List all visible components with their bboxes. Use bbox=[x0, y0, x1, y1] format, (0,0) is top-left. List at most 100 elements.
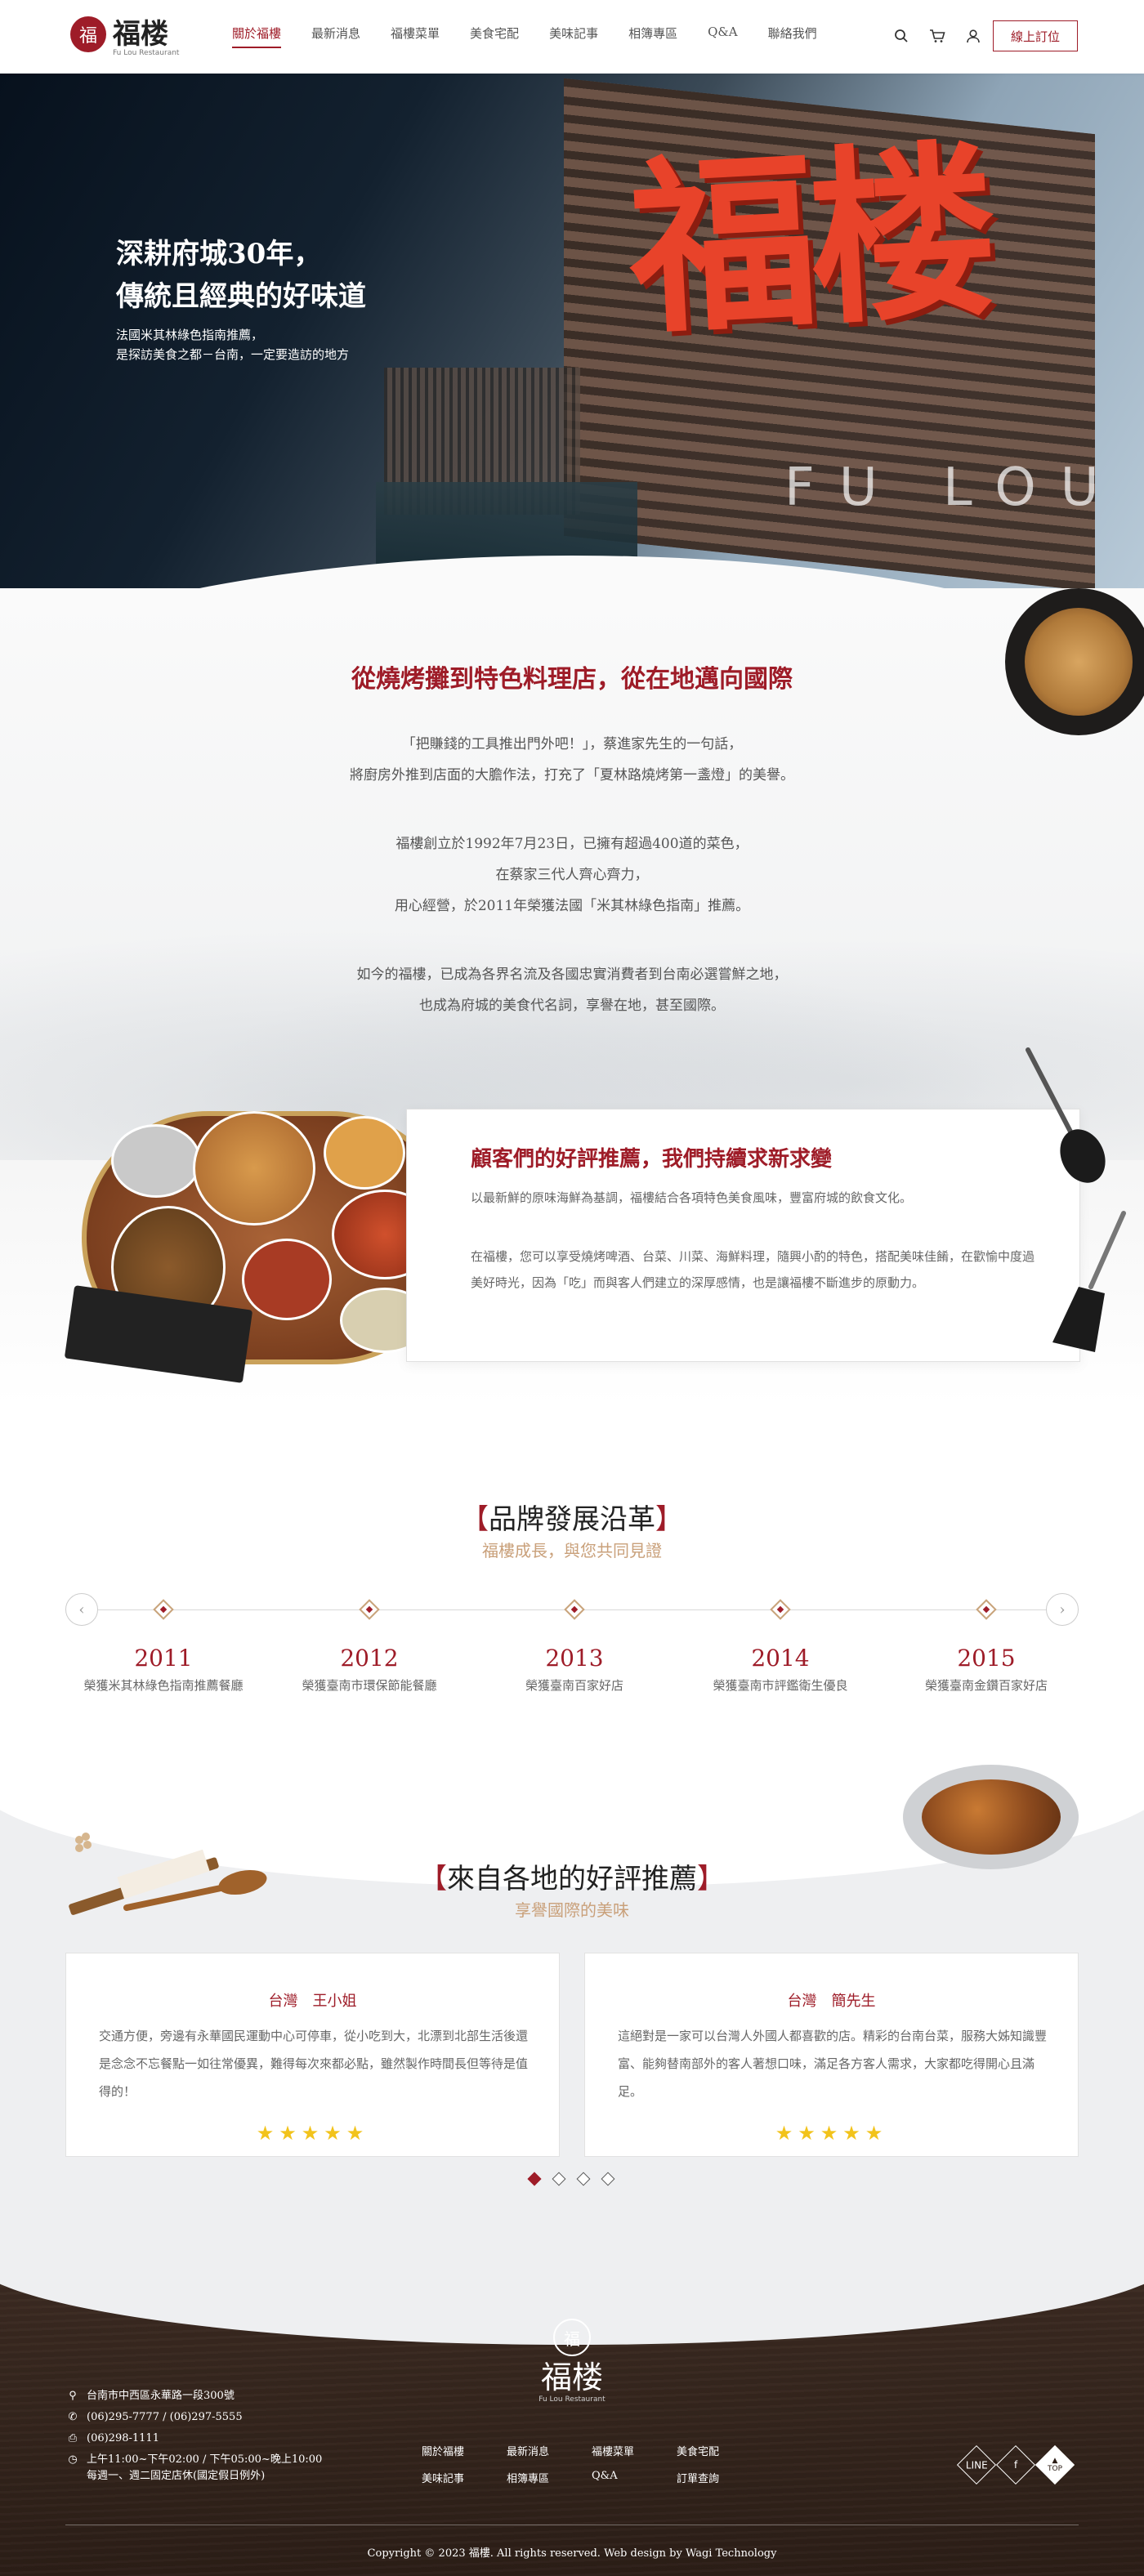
hero-sign-latin: FU LOU bbox=[784, 458, 1124, 518]
hero-title-line1: 深耕府城30年， bbox=[116, 238, 322, 270]
review-card: 台灣 王小姐 交通方便，旁邊有永華國民運動中心可停車，從小吃到大，北漂到北部生活… bbox=[65, 1953, 560, 2157]
footer-link-qa[interactable]: Q&A bbox=[592, 2470, 677, 2485]
review-text: 這絕對是一家可以台灣人外國人都喜歡的店。精彩的台南台菜，服務大姊知識豐富、能夠替… bbox=[618, 2029, 1048, 2099]
timeline-title-text: 品牌發展沿革 bbox=[489, 1503, 655, 1536]
rating-stars: ★★★★★ bbox=[66, 2122, 559, 2145]
star-icon: ★ bbox=[798, 2122, 820, 2145]
facebook-icon-label: f bbox=[1013, 2458, 1018, 2471]
nav-item-menu[interactable]: 福樓菜單 bbox=[391, 25, 440, 48]
footer-hours: 上午11:00~下午02:00 / 下午05:00~晚上10:00 bbox=[87, 2453, 323, 2466]
intro-p1-line: 「把賺錢的工具推出門外吧！」，蔡進家先生的一句話， bbox=[401, 736, 743, 752]
timeline-year: 2012 bbox=[340, 1645, 399, 1672]
facebook-icon[interactable]: f bbox=[995, 2444, 1036, 2485]
timeline-prev-button[interactable]: ‹ bbox=[65, 1593, 98, 1626]
intro-paragraph-3: 如今的福樓，已成為各界名流及各國忠實消費者到台南必選嘗鮮之地， 也成為府城的美食… bbox=[0, 959, 1144, 1021]
nav-item-about[interactable]: 關於福樓 bbox=[232, 25, 282, 48]
intro-p3-line: 如今的福樓，已成為各界名流及各國忠實消費者到台南必選嘗鮮之地， bbox=[356, 967, 788, 983]
title-bracket-close: 】 bbox=[655, 1503, 683, 1536]
footer-link-orders[interactable]: 訂單查詢 bbox=[677, 2470, 762, 2485]
timeline-subtitle: 福樓成長，與您共同見證 bbox=[482, 1541, 662, 1560]
hero-title-line2: 傳統且經典的好味道 bbox=[116, 280, 366, 313]
carousel-dot[interactable] bbox=[601, 2172, 615, 2186]
star-icon: ★ bbox=[820, 2122, 843, 2145]
footer-phone[interactable]: (06)295-7777 / (06)297-5555 bbox=[87, 2409, 243, 2426]
back-to-top-button[interactable]: ▲ TOP bbox=[1035, 2444, 1075, 2485]
footer-link-delivery[interactable]: 美食宅配 bbox=[677, 2443, 762, 2458]
header-icons bbox=[892, 27, 982, 45]
star-icon: ★ bbox=[256, 2122, 279, 2145]
fax-icon: ⎙ bbox=[68, 2432, 78, 2444]
brand-logo[interactable]: 福 福楼 Fu Lou Restaurant bbox=[70, 16, 179, 57]
rating-stars: ★★★★★ bbox=[585, 2122, 1078, 2145]
reviews-subtitle: 享譽國際的美味 bbox=[515, 1900, 629, 1920]
carousel-dot[interactable] bbox=[527, 2172, 542, 2186]
footer-link-about[interactable]: 關於福樓 bbox=[422, 2443, 507, 2458]
timeline-next-button[interactable]: › bbox=[1046, 1593, 1079, 1626]
carousel-dot[interactable] bbox=[576, 2172, 591, 2186]
footer-social: LINE f ▲ TOP bbox=[956, 2444, 1075, 2485]
timeline-year: 2013 bbox=[545, 1645, 604, 1672]
timeline-desc: 榮獲臺南金鑽百家好店 bbox=[924, 1678, 1048, 1693]
timeline-title: 【品牌發展沿革】 bbox=[0, 1497, 1144, 1537]
user-icon[interactable] bbox=[964, 27, 982, 45]
footer-link-album[interactable]: 相簿專區 bbox=[507, 2470, 592, 2485]
main-nav: 關於福樓 最新消息 福樓菜單 美食宅配 美味記事 相簿專區 Q&A 聯絡我們 bbox=[232, 25, 847, 48]
carousel-dot[interactable] bbox=[552, 2172, 566, 2186]
hero-subtitle: 法國米其林綠色指南推薦， 是探訪美食之都－台南，一定要造訪的地方 bbox=[116, 325, 349, 364]
back-to-top-text: TOP bbox=[1047, 2464, 1063, 2473]
reviews-title: 【來自各地的好評推薦】 bbox=[0, 1856, 1144, 1896]
nav-item-news[interactable]: 最新消息 bbox=[311, 25, 360, 48]
footer-copyright: Copyright © 2023 福樓. All rights reserved… bbox=[367, 2547, 777, 2560]
timeline-desc: 榮獲臺南市環保節能餐廳 bbox=[302, 1678, 437, 1693]
reviewer-name: 台灣 王小姐 bbox=[268, 1993, 357, 2010]
intro-p1-line: 將廚房外推到店面的大膽作法，打充了「夏林路燒烤第一盞燈」的美譽。 bbox=[350, 767, 794, 784]
timeline-year: 2014 bbox=[751, 1645, 810, 1672]
nav-item-qa[interactable]: Q&A bbox=[708, 25, 737, 48]
reviewer-name: 台灣 簡先生 bbox=[787, 1993, 876, 2010]
recommend-card: 顧客們的好評推薦，我們持續求新求變 以最新鮮的原味海鮮為基調，福樓結合各項特色美… bbox=[406, 1109, 1080, 1362]
footer-address: 台南市中西區永華路一段300號 bbox=[87, 2390, 235, 2402]
clock-icon: ◷ bbox=[68, 2453, 78, 2466]
intro-title: 從燒烤攤到特色料理店，從在地邁向國際 bbox=[351, 665, 793, 694]
line-icon[interactable]: LINE bbox=[956, 2444, 997, 2485]
hero-sub-line1: 法國米其林綠色指南推薦， bbox=[116, 328, 264, 342]
nav-item-blog[interactable]: 美味記事 bbox=[549, 25, 598, 48]
intro-p2-line: 用心經營，於2011年榮獲法國「米其林綠色指南」推薦。 bbox=[394, 898, 750, 914]
hero-sub-line2: 是探訪美食之都－台南，一定要造訪的地方 bbox=[116, 347, 350, 362]
footer-logo[interactable]: 福 福楼 Fu Lou Restaurant bbox=[523, 2319, 621, 2404]
footer-logo-emblem-icon: 福 bbox=[553, 2319, 591, 2356]
timeline-year: 2011 bbox=[134, 1645, 193, 1672]
footer-brand-name: 福楼 bbox=[540, 2359, 603, 2395]
reserve-online-button[interactable]: 線上訂位 bbox=[993, 20, 1078, 51]
arrow-up-icon: ▲ bbox=[1052, 2456, 1058, 2465]
intro-paragraph-2: 福樓創立於1992年7月23日，已擁有超過400道的菜色， 在蔡家三代人齊心齊力… bbox=[0, 828, 1144, 922]
footer-link-blog[interactable]: 美味記事 bbox=[422, 2470, 507, 2485]
hero-sign-text: 福楼 bbox=[623, 121, 994, 361]
footer-brand-subtitle: Fu Lou Restaurant bbox=[538, 2395, 606, 2404]
nav-item-album[interactable]: 相簿專區 bbox=[628, 25, 677, 48]
nav-item-delivery[interactable]: 美食宅配 bbox=[470, 25, 519, 48]
site-header: 福 福楼 Fu Lou Restaurant 關於福樓 最新消息 福樓菜單 美食… bbox=[0, 0, 1144, 74]
nav-item-contact[interactable]: 聯絡我們 bbox=[768, 25, 817, 48]
timeline-node bbox=[153, 1599, 174, 1620]
intro-p2-line: 在蔡家三代人齊心齊力， bbox=[495, 867, 649, 883]
timeline-node bbox=[976, 1599, 997, 1620]
spatula-icon bbox=[1052, 1211, 1126, 1352]
footer-link-news[interactable]: 最新消息 bbox=[507, 2443, 592, 2458]
title-bracket-open: 【 bbox=[419, 1863, 447, 1895]
timeline-node bbox=[564, 1599, 585, 1620]
footer-link-menu[interactable]: 福樓菜單 bbox=[592, 2443, 677, 2458]
back-to-top-label: ▲ TOP bbox=[1048, 2457, 1062, 2473]
brand-name: 福楼 bbox=[113, 18, 168, 51]
star-icon: ★ bbox=[775, 2122, 798, 2145]
review-text: 交通方便，旁邊有永華國民運動中心可停車，從小吃到大，北漂到北部生活後還是念念不忘… bbox=[99, 2029, 529, 2099]
intro-p3-line: 也成為府城的美食代名詞，享譽在地，甚至國際。 bbox=[419, 998, 725, 1014]
timeline-desc: 榮獲臺南市評鑑衛生優良 bbox=[713, 1678, 848, 1693]
intro-paragraph-1: 「把賺錢的工具推出門外吧！」，蔡進家先生的一句話， 將廚房外推到店面的大膽作法，… bbox=[0, 729, 1144, 791]
star-icon: ★ bbox=[842, 2122, 865, 2145]
title-bracket-open: 【 bbox=[461, 1503, 489, 1536]
recommend-title: 顧客們的好評推薦，我們持續求新求變 bbox=[471, 1147, 833, 1172]
cart-icon[interactable] bbox=[928, 27, 946, 45]
search-icon[interactable] bbox=[892, 27, 910, 45]
timeline-node bbox=[770, 1599, 791, 1620]
